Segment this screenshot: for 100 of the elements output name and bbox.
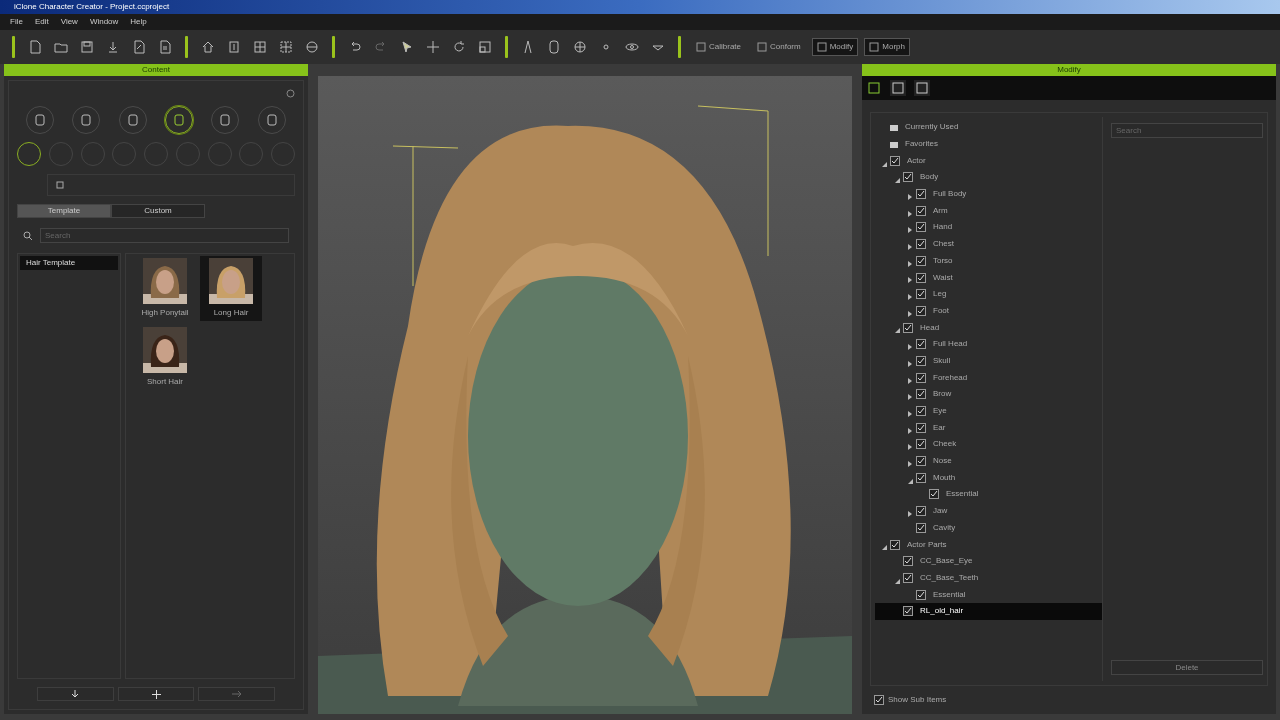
globe-icon[interactable] (573, 40, 587, 54)
toolbar-button[interactable]: Conform (752, 38, 806, 56)
folder-item[interactable]: Hair Template (20, 256, 118, 270)
home-icon[interactable] (201, 40, 215, 54)
checkbox[interactable] (916, 422, 926, 433)
tree-item[interactable]: Essential (875, 586, 1102, 603)
tree-item[interactable]: Actor (875, 152, 1102, 170)
select-icon[interactable] (400, 40, 414, 54)
collapsed-icon[interactable] (907, 277, 913, 284)
tree-item[interactable]: CC_Base_Eye (875, 552, 1102, 570)
collapsed-icon[interactable] (907, 194, 913, 200)
thumbnail-item[interactable]: Long Hair (200, 256, 262, 321)
move-icon[interactable] (426, 40, 440, 54)
grid-icon[interactable] (253, 40, 267, 54)
tree-item[interactable]: Eye (875, 402, 1102, 420)
save-icon[interactable] (80, 40, 94, 54)
import-icon[interactable] (106, 40, 120, 54)
tree-item[interactable]: Favorites (875, 135, 1102, 153)
tree-item[interactable]: Head (875, 319, 1102, 336)
checkbox[interactable] (916, 439, 926, 450)
menu-item[interactable]: Help (126, 16, 151, 28)
tree-item[interactable]: Forehead (875, 369, 1102, 386)
checkbox[interactable] (890, 155, 900, 166)
collapsed-icon[interactable] (907, 344, 913, 351)
tab-icon[interactable] (890, 80, 906, 96)
checkbox[interactable] (903, 172, 913, 183)
checkbox[interactable] (874, 695, 884, 705)
sphere-icon[interactable] (305, 40, 319, 54)
expanded-icon[interactable] (881, 160, 887, 167)
tree-item[interactable]: Jaw (875, 502, 1102, 520)
tree-item[interactable]: RL_old_hair (875, 602, 1102, 620)
checkbox[interactable] (916, 389, 926, 400)
tree-item[interactable]: Skull (875, 352, 1102, 370)
tree-item[interactable]: Brow (875, 386, 1102, 403)
checkbox[interactable] (916, 272, 926, 283)
checkbox[interactable] (916, 506, 926, 517)
settings-icon[interactable] (286, 89, 295, 98)
checkbox[interactable] (916, 522, 926, 533)
expanded-icon[interactable] (881, 544, 887, 551)
collapsed-icon[interactable] (907, 260, 913, 267)
checkbox[interactable] (890, 539, 900, 550)
tree-item[interactable]: Waist (875, 269, 1102, 286)
tree-item[interactable]: Actor Parts (875, 536, 1102, 553)
tree-item[interactable]: Cavity (875, 519, 1102, 537)
collapsed-icon[interactable] (907, 511, 913, 518)
tree-item[interactable]: Full Head (875, 335, 1102, 353)
menu-item[interactable]: Window (85, 16, 123, 28)
collapsed-icon[interactable] (907, 294, 913, 301)
tree-item[interactable]: Leg (875, 285, 1102, 303)
tree-item[interactable]: Foot (875, 302, 1102, 320)
collapsed-icon[interactable] (907, 461, 913, 467)
collapsed-icon[interactable] (907, 377, 913, 384)
tree-item[interactable]: Hand (875, 219, 1102, 236)
expanded-icon[interactable] (894, 327, 900, 334)
tree-item[interactable]: Ear (875, 419, 1102, 437)
checkbox[interactable] (916, 472, 926, 483)
checkbox[interactable] (929, 489, 939, 500)
checkbox[interactable] (916, 289, 926, 300)
checkbox[interactable] (916, 189, 926, 200)
tab-icon[interactable] (866, 80, 882, 96)
checkbox[interactable] (916, 205, 926, 216)
collapsed-icon[interactable] (907, 360, 913, 367)
checkbox[interactable] (916, 239, 926, 250)
checkbox[interactable] (903, 322, 913, 333)
collapsed-icon[interactable] (907, 310, 913, 317)
menu-item[interactable]: File (6, 16, 27, 28)
checkbox[interactable] (916, 372, 926, 383)
checkbox[interactable] (916, 406, 926, 417)
tab-icon[interactable] (914, 80, 930, 96)
rotate-icon[interactable] (452, 40, 466, 54)
expanded-icon[interactable] (894, 177, 900, 184)
toolbar-button[interactable]: Modify (811, 38, 859, 56)
tab[interactable]: Template (17, 204, 111, 218)
eye-icon[interactable] (625, 40, 639, 54)
tree-item[interactable]: Chest (875, 235, 1102, 253)
toolbar-button[interactable]: Morph (864, 38, 910, 56)
tree-item[interactable]: Essential (875, 486, 1102, 503)
checkbox[interactable] (916, 456, 926, 467)
collapsed-icon[interactable] (907, 227, 913, 234)
document-icon[interactable] (158, 40, 172, 54)
new-file-icon[interactable] (28, 40, 42, 54)
thumbnail-item[interactable]: Short Hair (134, 325, 196, 390)
tree-item[interactable]: Full Body (875, 185, 1102, 203)
toolbar-button[interactable]: Calibrate (691, 38, 746, 56)
tree-item[interactable]: Body (875, 169, 1102, 186)
checkbox[interactable] (916, 355, 926, 366)
checkbox[interactable] (903, 606, 913, 617)
checkbox[interactable] (916, 222, 926, 233)
dotted-grid-icon[interactable] (279, 40, 293, 54)
checkbox[interactable] (916, 589, 926, 600)
collapsed-icon[interactable] (907, 444, 913, 451)
tree-item[interactable]: CC_Base_Teeth (875, 569, 1102, 587)
checkbox[interactable] (903, 556, 913, 567)
expanded-icon[interactable] (907, 477, 913, 484)
checkbox[interactable] (916, 255, 926, 266)
checkbox[interactable] (903, 572, 913, 583)
tree-item[interactable]: Arm (875, 202, 1102, 220)
expanded-icon[interactable] (894, 577, 900, 584)
collapsed-icon[interactable] (907, 210, 913, 217)
tree-item[interactable]: Torso (875, 252, 1102, 270)
